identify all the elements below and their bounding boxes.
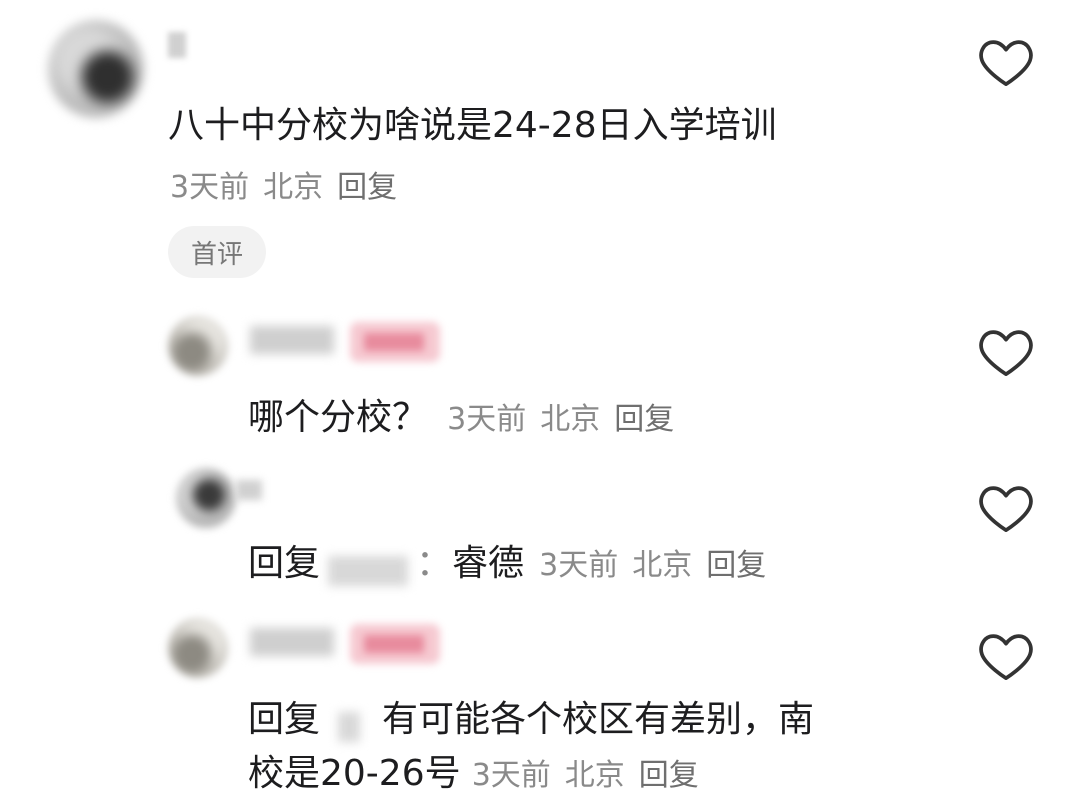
author-tag [350,322,440,362]
reply-time: 3天前 [471,758,551,793]
comment-text: 八十中分校为啥说是24-28日入学培训 [168,105,777,146]
reply-text: 睿德 [452,543,525,584]
reply-time: 3天前 [539,548,619,583]
reply-colon: ： [416,543,453,584]
mentioned-user-blurred[interactable] [338,711,361,742]
reply-prefix: 回复 [248,699,321,740]
reply-line: 回复 ：睿德 3天前 北京 回复 [248,534,780,586]
reply-button[interactable]: 回复 [337,170,397,205]
reply-avatar[interactable] [168,618,228,678]
reply-button[interactable]: 回复 [706,548,766,583]
reply-username-blurred[interactable] [250,628,334,656]
reply-location: 北京 [564,758,625,793]
reply-line: 校是20-26号 3天前 北京 回复 [248,744,713,796]
reply-text-line1: 有可能各个校区有差别，南 [382,699,815,740]
reply-username-blurred[interactable] [250,326,334,354]
reply-prefix: 回复 [248,543,321,584]
reply-button[interactable]: 回复 [639,758,699,793]
like-heart-icon[interactable] [978,36,1034,88]
reply-text: 哪个分校？ [248,397,429,438]
mentioned-user-blurred[interactable] [328,555,409,586]
reply-text-line2: 校是20-26号 [248,753,461,794]
like-heart-icon[interactable] [978,630,1034,682]
reply-line: 回复 有可能各个校区有差别，南 [248,690,814,742]
reply-username-blurred[interactable] [236,480,262,500]
comment-time: 3天前 [170,170,250,205]
comment-meta: 3天前 北京 回复 [170,162,411,206]
reply-avatar[interactable] [176,468,236,528]
comment-location: 北京 [263,170,324,205]
avatar[interactable] [48,20,144,118]
username-blurred[interactable] [168,32,186,58]
reply-time: 3天前 [447,402,527,437]
reply-location: 北京 [632,548,693,583]
first-comment-badge: 首评 [168,226,266,278]
reply-avatar[interactable] [168,316,228,376]
author-tag [350,624,440,664]
reply-location: 北京 [540,402,601,437]
reply-line: 哪个分校？ 3天前 北京 回复 [248,388,688,440]
like-heart-icon[interactable] [978,482,1034,534]
like-heart-icon[interactable] [978,326,1034,378]
reply-button[interactable]: 回复 [614,402,674,437]
